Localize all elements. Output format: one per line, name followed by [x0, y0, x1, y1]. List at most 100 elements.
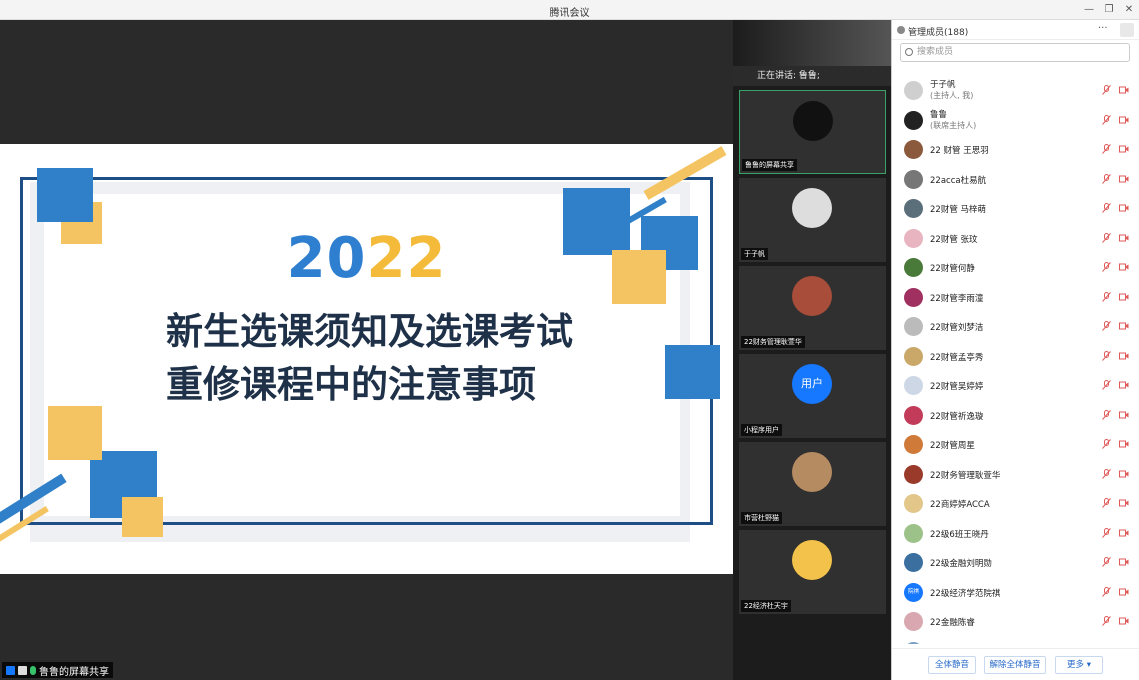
camera-off-icon[interactable] [1119, 529, 1129, 537]
camera-off-icon[interactable] [1119, 145, 1129, 153]
camera-off-icon[interactable] [1119, 470, 1129, 478]
deco-square [122, 497, 163, 537]
member-name: 22 财管 王思羽 [930, 146, 989, 156]
mic-muted-icon[interactable] [1102, 85, 1111, 95]
search-input[interactable]: 搜索成员 [900, 43, 1130, 62]
mic-muted-icon[interactable] [1102, 380, 1111, 390]
camera-off-icon[interactable] [1119, 204, 1129, 212]
mic-muted-icon[interactable] [1102, 350, 1111, 361]
mic-muted-icon[interactable] [1102, 144, 1111, 154]
more-button[interactable]: 更多 ▾ [1055, 656, 1103, 674]
member-name: 22金融陈睿 [930, 618, 975, 628]
member-row[interactable]: 22财管 马梓萌 [892, 194, 1139, 224]
mic-muted-icon[interactable] [1102, 498, 1111, 508]
member-row[interactable]: 于子帆 (主持人, 我) [892, 76, 1139, 106]
member-row[interactable]: 22财管刘梦洁 [892, 312, 1139, 342]
camera-off-icon[interactable] [1119, 588, 1129, 596]
mic-muted-icon[interactable] [1102, 409, 1111, 420]
video-tile[interactable]: 22经济杜天宇 [739, 530, 886, 614]
mic-muted-icon[interactable] [1102, 291, 1111, 302]
camera-off-icon[interactable] [1119, 322, 1129, 330]
tile-label: 22经济杜天宇 [741, 600, 791, 612]
camera-off-icon[interactable] [1119, 263, 1129, 271]
camera-off-icon[interactable] [1119, 381, 1129, 389]
participant-avatar [792, 188, 832, 228]
restore-button[interactable]: ❐ [1100, 2, 1118, 18]
member-row[interactable]: 22级6班王晓丹 [892, 519, 1139, 549]
camera-off-icon[interactable] [1119, 499, 1129, 507]
member-row[interactable]: 22财管吴婷婷 [892, 371, 1139, 401]
mic-muted-icon[interactable] [1102, 114, 1111, 125]
video-tile[interactable]: 市营杜野猫 [739, 442, 886, 526]
deco-square [37, 168, 93, 222]
member-avatar [904, 140, 923, 159]
mic-muted-icon[interactable] [1102, 586, 1111, 597]
member-avatar [904, 169, 923, 189]
member-row[interactable]: 22财管祈逸璇 [892, 401, 1139, 431]
mic-muted-icon[interactable] [1102, 173, 1111, 184]
close-button[interactable]: ✕ [1120, 2, 1138, 18]
member-row[interactable]: 22财管孟亭秀 [892, 342, 1139, 372]
unmute-all-button[interactable]: 解除全体静音 [984, 656, 1046, 674]
deco-square [48, 406, 102, 460]
window-title: 腾讯会议 [549, 8, 590, 19]
camera-off-icon[interactable] [1119, 293, 1129, 301]
member-name: 22财管祈逸璇 [930, 411, 984, 422]
member-row[interactable]: 22金融陈睿 [892, 607, 1139, 637]
member-row[interactable]: 22金融李慧静 [892, 637, 1139, 644]
camera-off-icon[interactable] [1119, 440, 1129, 448]
camera-off-icon[interactable] [1119, 175, 1129, 183]
screen-share-label: 鲁鲁的屏幕共享 [2, 662, 113, 678]
member-name: 22级6班王晓丹 [930, 529, 989, 540]
mic-muted-icon[interactable] [1102, 321, 1111, 331]
video-tile[interactable]: 用户 小程序用户 [739, 354, 886, 438]
tile-label: 22财务管理耿萱华 [741, 336, 805, 348]
mic-muted-icon[interactable] [1102, 203, 1111, 213]
member-row[interactable]: 院祺 22级经济学范院祺 [892, 578, 1139, 608]
member-row[interactable]: 22财管何静 [892, 253, 1139, 283]
person-icon [897, 26, 905, 34]
slide-year-part-a: 20 [286, 226, 367, 291]
mic-muted-icon[interactable] [1102, 527, 1111, 538]
mic-muted-icon[interactable] [1102, 557, 1111, 567]
member-row[interactable]: 22 财管 王思羽 [892, 135, 1139, 165]
member-avatar: 院祺 [904, 582, 923, 602]
members-title: 管理成员(188) [908, 28, 969, 38]
member-row[interactable]: 22财管 张玟 [892, 224, 1139, 254]
camera-off-icon[interactable] [1119, 116, 1129, 124]
video-tile[interactable]: 鲁鲁的屏幕共享 [739, 90, 886, 174]
mic-muted-icon[interactable] [1102, 616, 1111, 626]
member-row[interactable]: 22acca杜易航 [892, 165, 1139, 195]
speaking-indicator: 正在讲话: 鲁鲁; [733, 66, 891, 86]
camera-off-icon[interactable] [1119, 234, 1129, 242]
camera-off-icon[interactable] [1119, 617, 1129, 625]
slide-year-part-b: 22 [366, 226, 447, 291]
panel-toggle-icon[interactable] [1120, 23, 1134, 37]
mic-muted-icon[interactable] [1102, 232, 1111, 243]
member-row[interactable]: 鲁鲁 (联席主持人) [892, 106, 1139, 136]
screen-icon [18, 665, 27, 675]
camera-off-icon[interactable] [1119, 86, 1129, 94]
camera-off-icon[interactable] [1119, 411, 1129, 419]
member-row[interactable]: 22财管周星 [892, 430, 1139, 460]
shared-screen-stage: 2022 新生选课须知及选课考试 重修课程中的注意事项 鲁鲁的屏幕共享 [0, 20, 733, 680]
member-avatar [904, 376, 923, 395]
camera-off-icon[interactable] [1119, 558, 1129, 566]
member-row[interactable]: 22财管李雨潼 [892, 283, 1139, 313]
member-row[interactable]: 22级金融刘明勋 [892, 548, 1139, 578]
video-tile[interactable]: 于子帆 [739, 178, 886, 262]
member-role: (主持人, 我) [930, 91, 974, 100]
member-row[interactable]: 22商婷婷ACCA [892, 489, 1139, 519]
mic-muted-icon[interactable] [1102, 439, 1111, 449]
mic-muted-icon[interactable] [1102, 468, 1111, 479]
participant-avatar: 用户 [792, 364, 832, 404]
more-options-icon[interactable]: ··· [1098, 23, 1108, 34]
camera-off-icon[interactable] [1119, 352, 1129, 360]
member-name: 22财管 马梓萌 [930, 205, 987, 215]
member-avatar [904, 110, 923, 130]
mute-all-button[interactable]: 全体静音 [928, 656, 976, 674]
member-row[interactable]: 22财务管理耿萱华 [892, 460, 1139, 490]
minimize-button[interactable]: — [1080, 2, 1098, 18]
mic-muted-icon[interactable] [1102, 262, 1111, 272]
video-tile[interactable]: 22财务管理耿萱华 [739, 266, 886, 350]
